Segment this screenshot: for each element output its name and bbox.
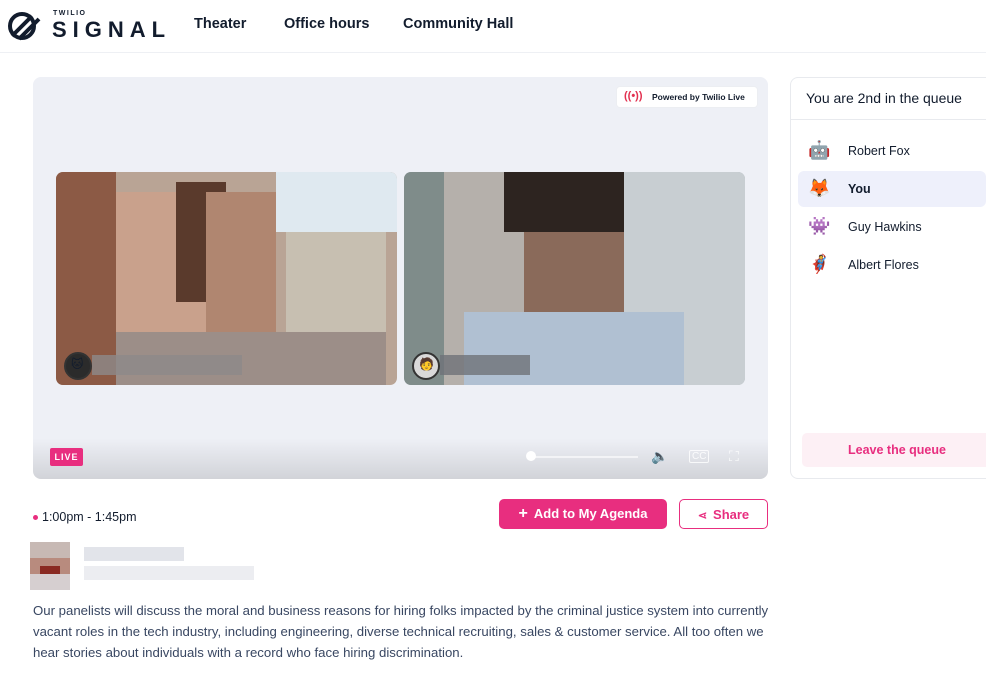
queue-item-name: You <box>848 182 871 196</box>
add-to-agenda-label: Add to My Agenda <box>533 506 648 521</box>
hero-avatar-icon: 🦸 <box>808 254 831 274</box>
queue-item-you: 🦊 You <box>798 171 986 207</box>
queue-item: 🤖 Robert Fox <box>798 133 986 169</box>
speaker-title-redacted <box>84 566 254 580</box>
progress-track[interactable] <box>528 456 638 458</box>
time-indicator-dot <box>33 515 38 520</box>
nav-community-hall[interactable]: Community Hall <box>403 16 513 32</box>
video-tile-2[interactable]: 🧑 <box>404 172 745 385</box>
queue-item: 🦸 Albert Flores <box>798 247 986 283</box>
queue-item-name: Albert Flores <box>848 258 919 272</box>
robot-avatar-icon: 🤖 <box>808 140 831 160</box>
powered-by-badge: ((•)) Powered by Twilio Live <box>617 87 757 107</box>
nav-theater[interactable]: Theater <box>194 16 246 32</box>
logo-twilio-text: TWILIO <box>53 10 87 17</box>
broadcast-icon: ((•)) <box>624 90 643 102</box>
closed-captions-icon[interactable]: CC <box>689 450 710 463</box>
live-badge: LIVE <box>50 448 83 466</box>
participant-1-name-redacted <box>92 355 242 375</box>
queue-item-name: Guy Hawkins <box>848 220 922 234</box>
fullscreen-icon[interactable]: ⛶ <box>729 448 739 465</box>
queue-item: 👾 Guy Hawkins <box>798 209 986 245</box>
session-time: 1:00pm - 1:45pm <box>42 510 137 524</box>
powered-by-text: Powered by Twilio Live <box>652 92 745 102</box>
speaker-name-redacted <box>84 547 184 561</box>
share-button[interactable]: ⋖ Share <box>679 499 768 529</box>
leave-queue-button[interactable]: Leave the queue <box>802 433 986 467</box>
progress-knob[interactable] <box>526 451 536 461</box>
plus-icon: + <box>518 505 528 522</box>
volume-icon[interactable]: 🔈 <box>651 448 668 465</box>
queue-divider <box>790 119 986 120</box>
video-tile-1[interactable]: 🐱 <box>56 172 397 385</box>
signal-logo[interactable]: TWILIO SIGNAL <box>6 8 165 44</box>
alien-avatar-icon: 👾 <box>808 216 831 236</box>
nav-office-hours[interactable]: Office hours <box>284 16 369 32</box>
share-icon: ⋖ <box>697 509 708 522</box>
queue-title: You are 2nd in the queue <box>806 90 962 106</box>
top-header: TWILIO SIGNAL Theater Office hours Commu… <box>0 0 986 53</box>
share-label: Share <box>713 506 750 522</box>
session-description: Our panelists will discuss the moral and… <box>33 603 769 660</box>
participant-1-avatar: 🐱 <box>64 352 92 380</box>
participant-2-avatar: 🧑 <box>412 352 440 380</box>
add-to-agenda-button[interactable]: + Add to My Agenda <box>499 499 667 529</box>
participant-2-name-redacted <box>440 355 530 375</box>
fox-avatar-icon: 🦊 <box>808 178 831 198</box>
signal-logo-icon <box>8 12 41 41</box>
speaker-avatar <box>30 542 70 590</box>
queue-item-name: Robert Fox <box>848 144 910 158</box>
logo-signal-text: SIGNAL <box>52 17 172 42</box>
